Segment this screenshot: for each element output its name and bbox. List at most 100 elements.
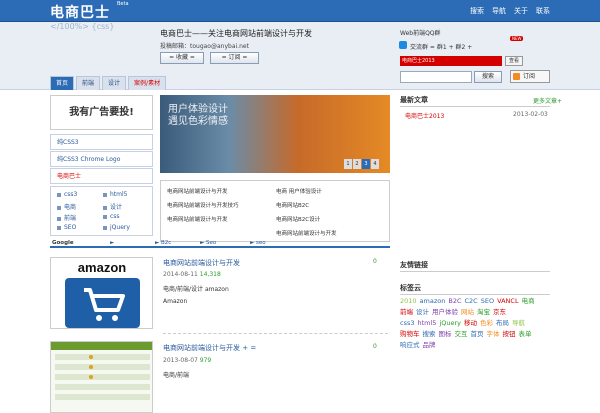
strip-link[interactable]: Google [52,240,74,246]
tab-design[interactable]: 设计 [102,76,127,90]
banner-page-button[interactable]: 3 [362,159,370,169]
featured-link[interactable]: 电商网站前端设计与开发 [167,215,228,223]
tag-link[interactable]: 电商 [57,202,76,211]
qq-icon [399,41,407,49]
tag-cloud-item[interactable]: 电商 [522,297,535,305]
tag-cloud-item[interactable]: 响应式 [400,341,420,349]
tag-cloud-item[interactable]: VANCL [497,297,519,305]
top-nav: 搜索 导航 关于 联系 [470,6,550,16]
tag-link[interactable]: 设计 [103,202,122,211]
tag-link[interactable]: jQuery [103,224,130,231]
tag-cloud-item[interactable]: 交互 [455,330,468,338]
tag-link[interactable]: css3 [57,191,77,198]
tag-cloud-item[interactable]: 前端 [400,308,413,316]
new-badge: NEW [510,36,524,41]
qq-groups-text[interactable]: 交流群 = 群1 + 群2 + [410,42,472,51]
featured-link[interactable]: 电商网站B2C设计 [276,215,320,223]
tag-cloud-item[interactable]: html5 [417,319,436,327]
more-posts-link[interactable]: 更多文章+ [533,96,562,105]
tag-cloud-item[interactable]: 图标 [439,330,452,338]
side-link[interactable]: 纯CSS3 [50,134,153,150]
post-category[interactable]: 电商/前端 [163,370,189,379]
post-views: 14,318 [199,271,221,278]
tag-cloud-item[interactable]: 导航 [512,319,525,327]
post-thumbnail[interactable] [50,341,153,413]
tag-cloud-item[interactable]: 搜索 [423,330,436,338]
tag-cloud-item[interactable]: 淘宝 [477,308,490,316]
tag-cloud-item[interactable]: B2C [448,297,461,305]
tag-cloud-item[interactable]: 字体 [487,330,500,338]
tab-cases[interactable]: 案例/素材 [128,76,167,90]
top-nav-item[interactable]: 联系 [536,6,550,16]
svg-text:amazon: amazon [78,260,126,275]
tag-link[interactable]: css [103,213,120,220]
featured-link[interactable]: 电商 用户体验设计 [276,187,322,195]
banner-page-button[interactable]: 2 [353,159,361,169]
featured-links: 电商网站前端设计与开发 电商 用户体验设计 电商网站前端设计与开发技巧 电商网站… [160,180,390,242]
tag-cloud-item[interactable]: 购物车 [400,330,420,338]
latest-post-date: 2013-02-03 [513,111,548,118]
tag-cloud-item[interactable]: 京东 [493,308,506,316]
tag-cloud-item[interactable]: amazon [420,297,446,305]
tag-cloud-item[interactable]: C2C [465,297,478,305]
side-link[interactable]: 纯CSS3 Chrome Logo [50,151,153,167]
tag-link[interactable]: SEO [57,224,76,231]
featured-link[interactable]: 电商网站前端设计与开发 [276,229,337,237]
site-logo[interactable]: 电商巴士 [50,2,110,22]
strip-link[interactable]: ► seo [250,240,266,246]
top-nav-item[interactable]: 搜索 [470,6,484,16]
friend-links-heading: 友情链接 [400,260,550,272]
tab-frontend[interactable]: 前端 [76,76,101,90]
post-meta: 2014-08-11 14,318 [163,271,221,278]
tag-link[interactable]: 前端 [57,213,76,222]
promo-banner[interactable]: 电商巴士2013 [400,56,502,66]
top-nav-item[interactable]: 导航 [492,6,506,16]
tag-cloud-item[interactable]: 网站 [461,308,474,316]
tag-cloud-item[interactable]: 设计 [416,308,429,316]
latest-post-link[interactable]: 电商巴士2013 [405,111,444,120]
promo-button[interactable]: 查看 [505,56,524,66]
banner-page-button[interactable]: 4 [371,159,379,169]
search-button[interactable]: 搜索 [474,71,502,83]
qq-group-line[interactable]: Web前端QQ群 [400,28,441,37]
contact-line: 投稿邮箱：tougao@anybai.net [160,43,249,50]
banner-page-button[interactable]: 1 [344,159,352,169]
strip-link[interactable]: ► [110,240,114,246]
tag-link[interactable]: html5 [103,191,127,198]
post-date: 2013-08-07 [163,357,198,364]
featured-link[interactable]: 电商网站前端设计与开发 [167,187,228,195]
featured-link[interactable]: 电商网站B2C [276,201,309,209]
tag-cloud-item[interactable]: jQuery [439,319,461,327]
tag-cloud-item[interactable]: 用户体验 [432,308,458,316]
tag-cloud-item[interactable]: SEO [481,297,494,305]
post-category[interactable]: 电商/前端/设计 amazon [163,284,229,293]
subscribe-button[interactable]: = 订阅 = [210,52,259,64]
tag-cloud-item[interactable]: 品牌 [423,341,436,349]
tag-cloud-item[interactable]: 表单 [519,330,532,338]
post-date: 2014-08-11 [163,271,198,278]
tag-cloud-item[interactable]: 色彩 [480,319,493,327]
banner-line: 用户体验设计 [168,104,228,115]
comment-count[interactable]: 0 [373,343,377,350]
post-title[interactable]: 电商网站前端设计与开发 + = [163,343,256,353]
tab-home[interactable]: 首页 [50,76,75,90]
strip-link[interactable]: ► B2c [155,240,171,246]
beta-label: Beta [117,1,129,7]
tag-cloud-item[interactable]: 2010 [400,297,417,305]
tag-cloud-item[interactable]: 布局 [496,319,509,327]
search-input[interactable] [400,71,472,83]
strip-link[interactable]: ► Seo [200,240,216,246]
side-link[interactable]: 电商巴士 [50,168,153,184]
table-screenshot-image [51,342,152,412]
featured-link[interactable]: 电商网站前端设计与开发技巧 [167,201,239,209]
tag-cloud-item[interactable]: 首页 [471,330,484,338]
ad-box[interactable]: 我有广告要投! [50,95,153,130]
bookmark-button[interactable]: = 收藏 = [160,52,204,64]
post-title[interactable]: 电商网站前端设计与开发 [163,258,240,268]
post-thumbnail[interactable]: amazon [50,257,153,329]
top-nav-item[interactable]: 关于 [514,6,528,16]
comment-count[interactable]: 0 [373,258,377,265]
tag-cloud-item[interactable]: 按钮 [503,330,516,338]
tag-cloud-item[interactable]: 移动 [464,319,477,327]
tag-cloud-item[interactable]: css3 [400,319,414,327]
